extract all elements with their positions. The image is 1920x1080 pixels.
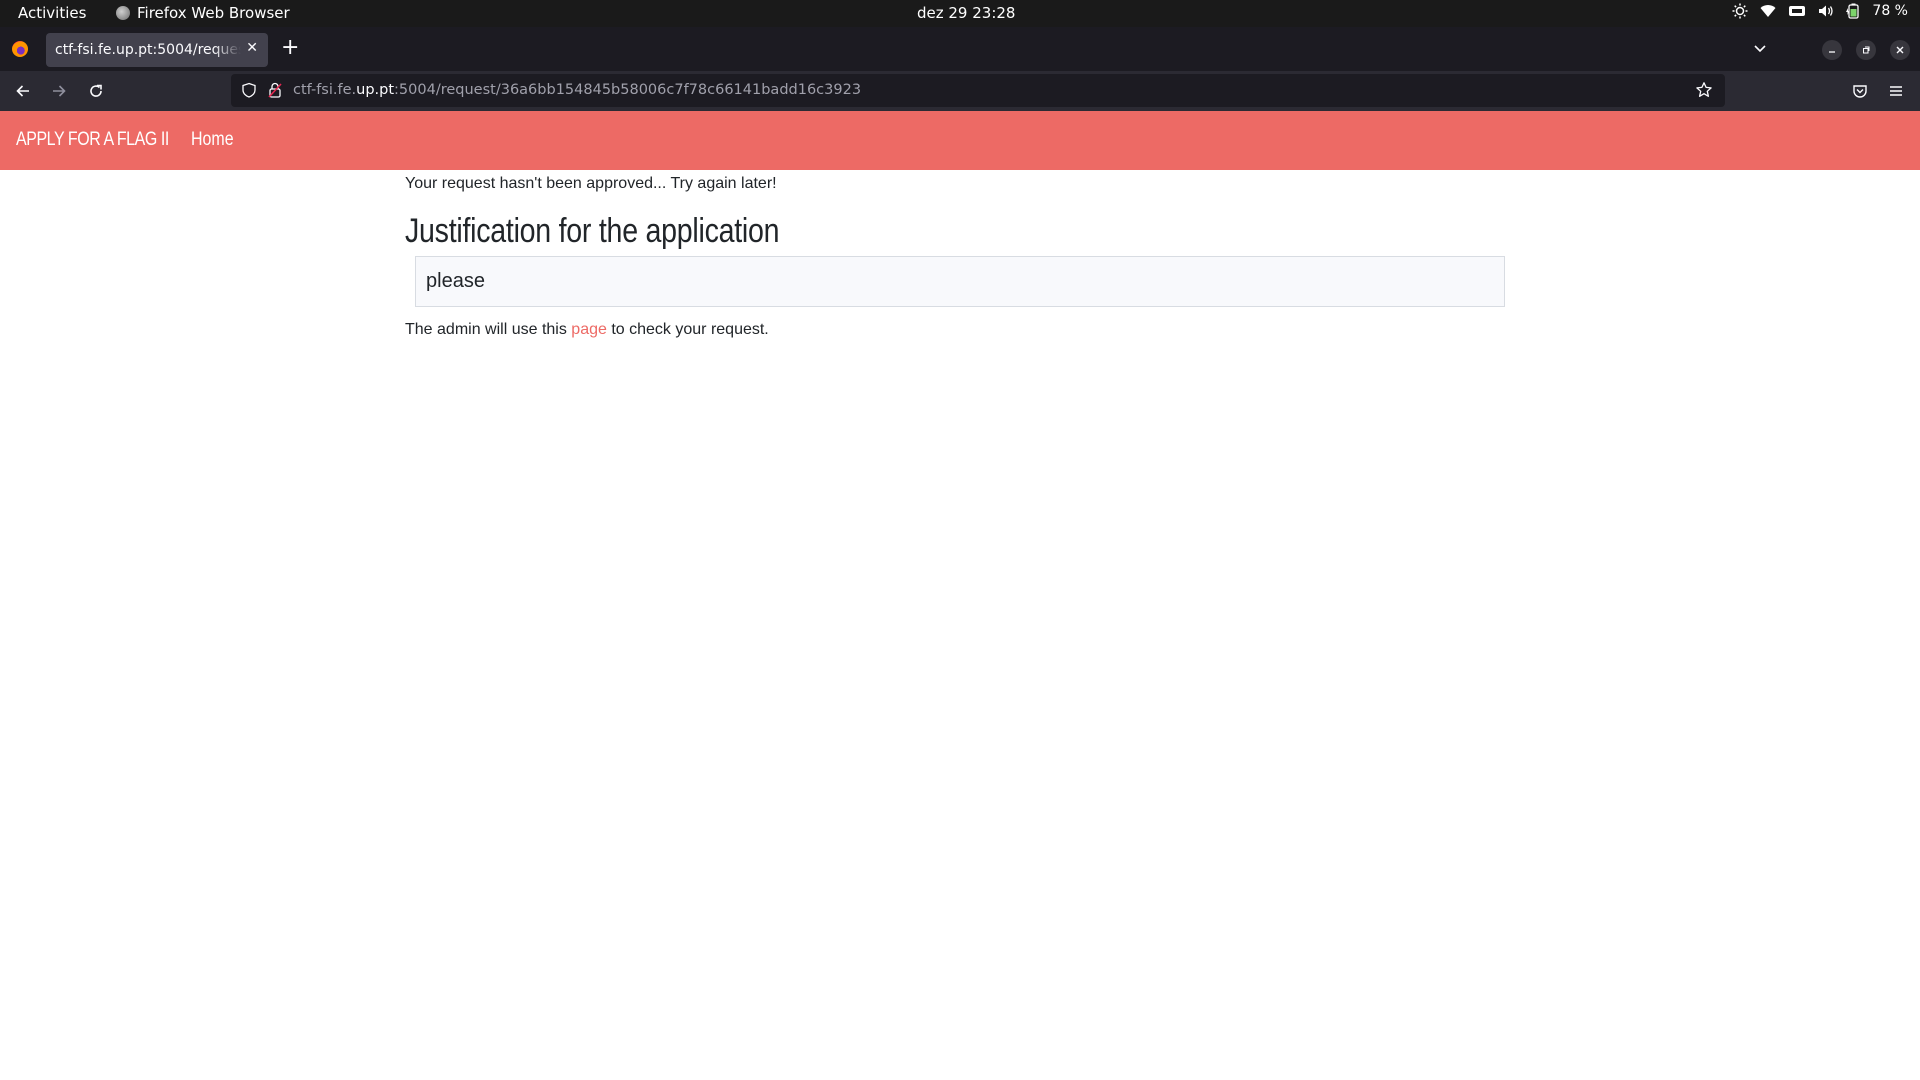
tab-close-icon[interactable]: ✕ [246, 40, 258, 56]
justification-heading: Justification for the application [405, 212, 780, 250]
pocket-icon[interactable] [1849, 80, 1871, 102]
admin-page-link[interactable]: page [571, 321, 607, 338]
new-tab-button[interactable]: + [281, 37, 299, 59]
admin-note-after: to check your request. [606, 321, 769, 338]
restore-button[interactable] [1856, 40, 1876, 60]
admin-note: The admin will use this page to check yo… [405, 321, 769, 339]
url-host: up.pt [356, 82, 395, 98]
url-text[interactable]: ctf-fsi.fe.up.pt:5004/request/36a6bb1548… [293, 82, 861, 98]
list-all-tabs-button[interactable] [1752, 40, 1768, 60]
volume-icon [1818, 4, 1834, 18]
system-top-bar: Activities Firefox Web Browser dez 29 23… [0, 0, 1920, 27]
request-status-message: Your request hasn't been approved... Try… [405, 175, 777, 192]
vpn-icon [1788, 4, 1806, 18]
brightness-icon [1732, 3, 1748, 19]
justification-box: please [415, 256, 1505, 307]
nav-home-link[interactable]: Home [191, 129, 234, 151]
battery-icon [1846, 3, 1860, 19]
back-button[interactable] [12, 80, 34, 102]
tab-strip: ctf-fsi.fe.up.pt:5004/request/36a6bb1548… [0, 27, 1920, 71]
tab-active[interactable]: ctf-fsi.fe.up.pt:5004/request/36a6bb1548… [46, 33, 268, 67]
app-menu-hamburger-icon[interactable] [1885, 80, 1907, 102]
site-navbar: APPLY FOR A FLAG II Home [0, 111, 1920, 170]
bookmark-star-icon[interactable] [1695, 81, 1713, 103]
site-brand[interactable]: APPLY FOR A FLAG II [16, 129, 169, 151]
reload-button[interactable] [85, 80, 107, 102]
firefox-app-icon [116, 6, 130, 20]
app-name: Firefox Web Browser [137, 4, 290, 22]
battery-percent: 78 % [1872, 3, 1908, 19]
url-path: :5004/request/36a6bb154845b58006c7f78c66… [394, 82, 862, 98]
minimize-button[interactable] [1822, 40, 1842, 60]
tab-title: ctf-fsi.fe.up.pt:5004/request/36a6bb1548… [55, 42, 241, 58]
system-tray[interactable]: 78 % [1732, 3, 1908, 19]
forward-button[interactable] [48, 80, 70, 102]
navigation-toolbar: ctf-fsi.fe.up.pt:5004/request/36a6bb1548… [0, 71, 1920, 111]
admin-note-before: The admin will use this [405, 321, 572, 338]
insecure-lock-icon[interactable] [267, 82, 283, 102]
wifi-icon [1760, 4, 1776, 18]
app-menu[interactable]: Firefox Web Browser [116, 4, 290, 22]
tracking-protection-shield-icon[interactable] [241, 82, 257, 102]
close-window-button[interactable] [1890, 40, 1910, 60]
firefox-logo-icon [12, 41, 28, 57]
clock[interactable]: dez 29 23:28 [917, 4, 1015, 22]
activities-button[interactable]: Activities [18, 4, 86, 22]
url-bar[interactable]: ctf-fsi.fe.up.pt:5004/request/36a6bb1548… [231, 74, 1725, 107]
url-prefix: ctf-fsi.fe. [293, 82, 357, 98]
